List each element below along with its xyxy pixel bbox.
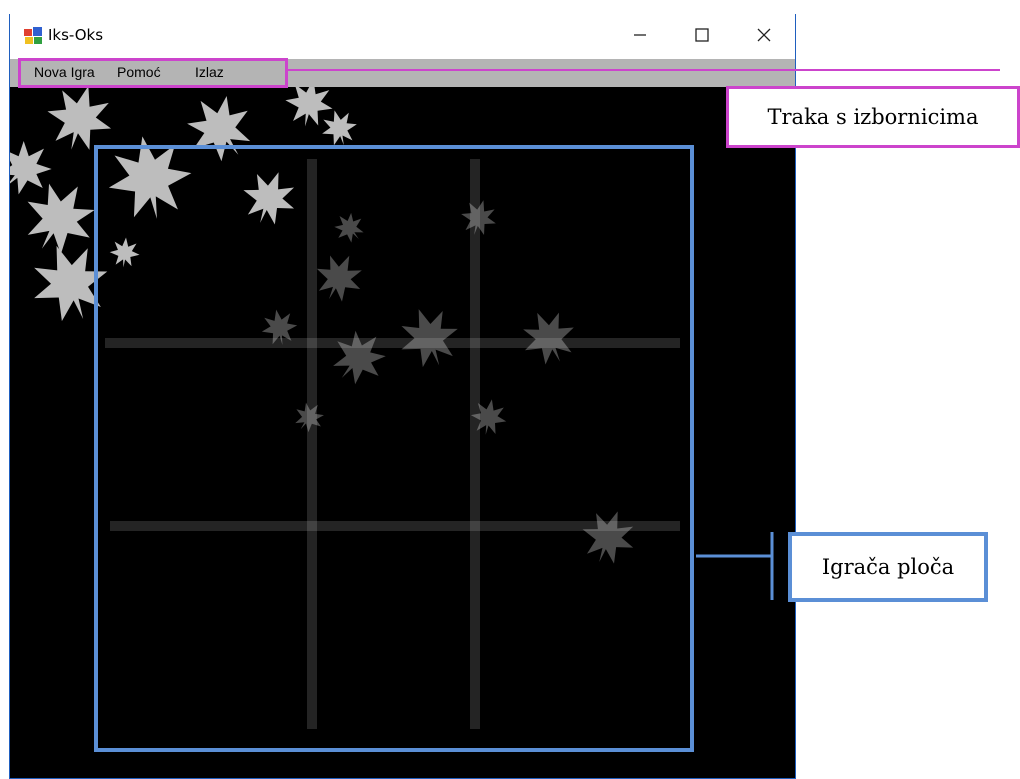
menu-annotation-text: Traka s izbornicima	[767, 105, 979, 129]
board-annotation-text: Igrača ploča	[821, 555, 955, 579]
board-annotation-label: Igrača ploča	[788, 532, 988, 602]
menu-annotation-label: Traka s izbornicima	[726, 86, 1020, 148]
board-highlight-box	[94, 145, 694, 752]
